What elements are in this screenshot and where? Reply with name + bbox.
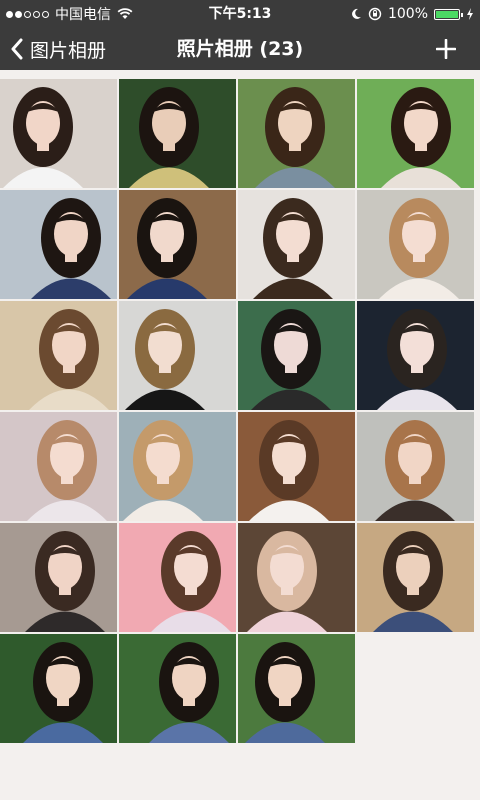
portrait-image (238, 190, 355, 299)
photo-thumbnail[interactable] (238, 190, 355, 299)
portrait-image (238, 301, 355, 410)
signal-dots-icon (6, 10, 49, 18)
photo-thumbnail[interactable] (0, 634, 117, 743)
photo-thumbnail[interactable] (0, 523, 117, 632)
portrait-image (0, 79, 117, 188)
photo-thumbnail[interactable] (238, 523, 355, 632)
portrait-image (0, 412, 117, 521)
photo-thumbnail[interactable] (0, 79, 117, 188)
photo-thumbnail[interactable] (357, 190, 474, 299)
photo-thumbnail[interactable] (357, 523, 474, 632)
portrait-image (0, 634, 117, 743)
nav-bar: 图片相册 照片相册 (23) (0, 28, 480, 70)
battery-icon (434, 8, 463, 20)
wifi-icon (117, 8, 133, 19)
carrier-label: 中国电信 (55, 7, 111, 23)
status-bar: 中国电信 下午5:13 100% (0, 0, 480, 28)
photo-thumbnail[interactable] (357, 79, 474, 188)
portrait-image (119, 79, 236, 188)
photo-thumbnail[interactable] (238, 301, 355, 410)
portrait-image (238, 634, 355, 743)
portrait-image (238, 523, 355, 632)
photo-thumbnail[interactable] (119, 634, 236, 743)
photo-thumbnail[interactable] (119, 190, 236, 299)
photo-thumbnail[interactable] (119, 523, 236, 632)
portrait-image (357, 523, 474, 632)
photo-grid (0, 79, 480, 743)
portrait-image (357, 412, 474, 521)
portrait-image (357, 79, 474, 188)
portrait-image (238, 412, 355, 521)
portrait-image (119, 301, 236, 410)
battery-percent: 100% (387, 6, 428, 22)
portrait-image (0, 301, 117, 410)
photo-thumbnail[interactable] (357, 412, 474, 521)
portrait-image (119, 190, 236, 299)
status-left: 中国电信 (6, 0, 133, 28)
photo-thumbnail[interactable] (0, 412, 117, 521)
status-right: 100% (350, 0, 474, 28)
photo-thumbnail[interactable] (357, 301, 474, 410)
photo-thumbnail[interactable] (238, 79, 355, 188)
portrait-image (119, 523, 236, 632)
back-label: 图片相册 (30, 39, 107, 62)
portrait-image (119, 412, 236, 521)
chevron-left-icon (11, 38, 23, 60)
portrait-image (238, 79, 355, 188)
plus-icon (436, 39, 456, 59)
portrait-image (0, 190, 117, 299)
portrait-image (357, 190, 474, 299)
photo-thumbnail[interactable] (238, 634, 355, 743)
photo-thumbnail[interactable] (119, 79, 236, 188)
photo-thumbnail[interactable] (238, 412, 355, 521)
photo-thumbnail[interactable] (0, 190, 117, 299)
portrait-image (357, 301, 474, 410)
back-button[interactable]: 图片相册 (10, 28, 106, 70)
add-photo-button[interactable] (436, 28, 456, 70)
photo-thumbnail[interactable] (119, 412, 236, 521)
portrait-image (119, 634, 236, 743)
photo-thumbnail[interactable] (119, 301, 236, 410)
portrait-image (0, 523, 117, 632)
charging-icon (467, 8, 473, 20)
photo-thumbnail[interactable] (0, 301, 117, 410)
rotation-lock-icon (368, 7, 382, 21)
moon-icon (352, 8, 361, 19)
